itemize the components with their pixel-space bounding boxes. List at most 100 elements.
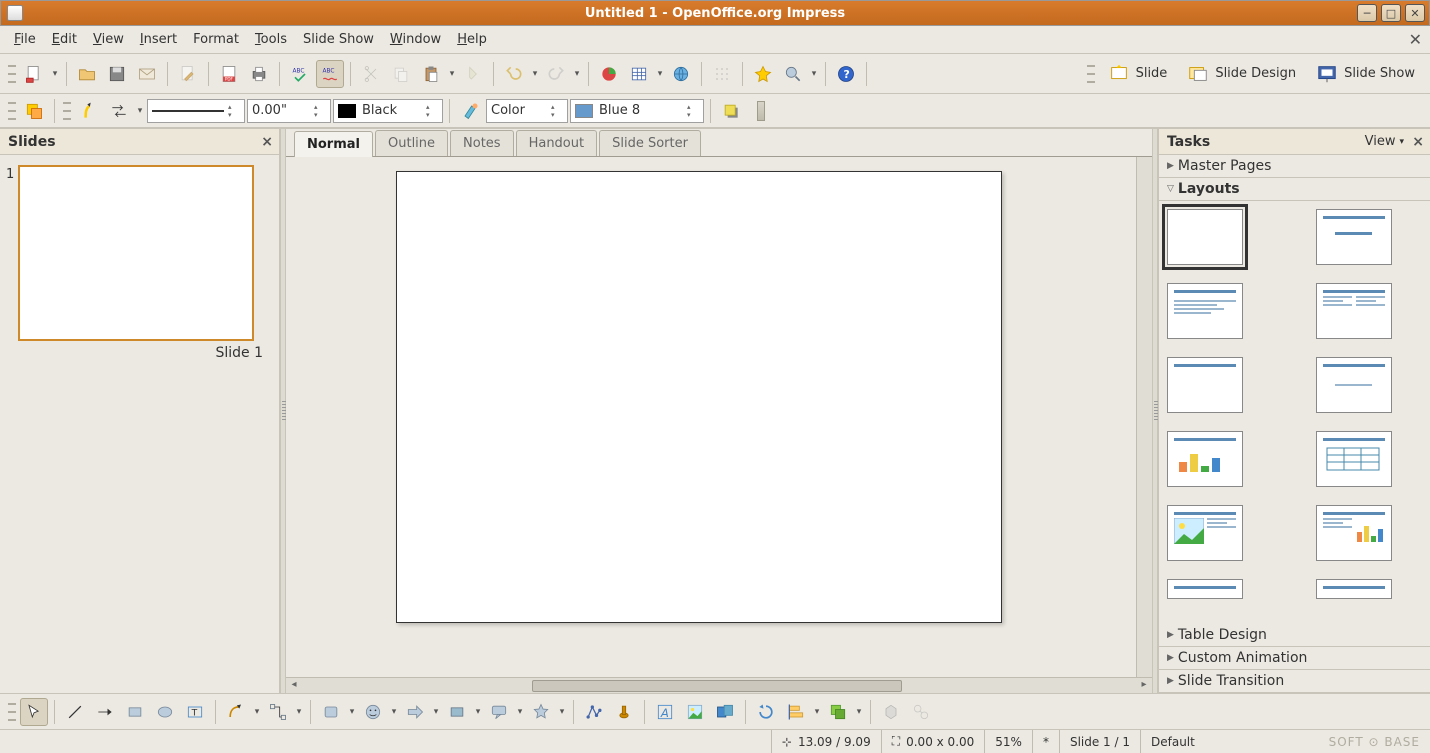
basic-shapes-dropdown[interactable]: ▾ — [347, 707, 357, 717]
arrow-style-dropdown[interactable]: ▾ — [135, 106, 145, 116]
new-button[interactable] — [20, 60, 48, 88]
extrusion-tool[interactable] — [877, 698, 905, 726]
callouts-tool[interactable] — [485, 698, 513, 726]
undo-dropdown[interactable]: ▾ — [530, 69, 540, 79]
toolbar-handle[interactable] — [8, 62, 16, 86]
hyperlink-button[interactable] — [667, 60, 695, 88]
layout-partial-2[interactable] — [1316, 579, 1392, 599]
new-dropdown[interactable]: ▾ — [50, 69, 60, 79]
gallery-tool[interactable] — [711, 698, 739, 726]
chart-button[interactable] — [595, 60, 623, 88]
horizontal-scrollbar[interactable]: ◂ ▸ — [286, 677, 1152, 693]
tab-handout[interactable]: Handout — [516, 130, 598, 156]
block-arrows-dropdown[interactable]: ▾ — [431, 707, 441, 717]
splitter-right[interactable] — [1152, 129, 1158, 693]
section-layouts[interactable]: ▽ Layouts — [1159, 178, 1430, 201]
layout-blank[interactable] — [1167, 209, 1243, 265]
grid-button[interactable] — [708, 60, 736, 88]
toolbar-handle-2[interactable] — [1087, 62, 1095, 86]
line-style-select[interactable]: ▴▾ — [147, 99, 245, 123]
tab-outline[interactable]: Outline — [375, 130, 448, 156]
select-tool[interactable] — [20, 698, 48, 726]
section-master-pages[interactable]: ▶ Master Pages — [1159, 155, 1430, 178]
toolbar2-handle[interactable] — [8, 99, 16, 123]
glue-points-tool[interactable] — [610, 698, 638, 726]
open-button[interactable] — [73, 60, 101, 88]
callouts-dropdown[interactable]: ▾ — [515, 707, 525, 717]
tasks-view-menu[interactable]: View ▾ — [1365, 134, 1404, 149]
section-table-design[interactable]: ▶ Table Design — [1159, 624, 1430, 647]
undo-button[interactable] — [500, 60, 528, 88]
slides-panel-close[interactable]: × — [261, 134, 273, 150]
status-zoom[interactable]: 51% — [984, 730, 1032, 753]
menu-window[interactable]: Window — [382, 28, 449, 51]
zoom-button[interactable] — [779, 60, 807, 88]
area-style-button[interactable] — [456, 97, 484, 125]
stars-tool[interactable] — [527, 698, 555, 726]
flowchart-dropdown[interactable]: ▾ — [473, 707, 483, 717]
line-color-select[interactable]: Black ▴▾ — [333, 99, 443, 123]
email-button[interactable] — [133, 60, 161, 88]
table-button[interactable] — [625, 60, 653, 88]
slide-button[interactable]: Slide — [1099, 58, 1177, 90]
line-style-button[interactable] — [75, 97, 103, 125]
layout-title-chart[interactable] — [1167, 431, 1243, 487]
menu-help[interactable]: Help — [449, 28, 495, 51]
layout-title-only[interactable] — [1167, 357, 1243, 413]
close-button[interactable]: ✕ — [1405, 4, 1425, 22]
connector-dropdown[interactable]: ▾ — [294, 707, 304, 717]
arrow-tool[interactable] — [91, 698, 119, 726]
doc-close-x[interactable]: ✕ — [1409, 30, 1422, 49]
navigator-button[interactable] — [749, 60, 777, 88]
zoom-dropdown[interactable]: ▾ — [809, 69, 819, 79]
text-tool[interactable]: T — [181, 698, 209, 726]
redo-dropdown[interactable]: ▾ — [572, 69, 582, 79]
menu-file[interactable]: File — [6, 28, 44, 51]
arrange-dropdown[interactable]: ▾ — [854, 707, 864, 717]
ellipse-tool[interactable] — [151, 698, 179, 726]
auto-spellcheck-button[interactable]: ABC — [316, 60, 344, 88]
maximize-button[interactable]: □ — [1381, 4, 1401, 22]
tasks-panel-close[interactable]: × — [1412, 134, 1424, 150]
copy-button[interactable] — [387, 60, 415, 88]
layout-two-content[interactable] — [1316, 283, 1392, 339]
line-tool[interactable] — [61, 698, 89, 726]
symbol-shapes-tool[interactable] — [359, 698, 387, 726]
menu-edit[interactable]: Edit — [44, 28, 85, 51]
curve-dropdown[interactable]: ▾ — [252, 707, 262, 717]
from-file-tool[interactable] — [681, 698, 709, 726]
help-button[interactable]: ? — [832, 60, 860, 88]
slide-design-button[interactable]: Slide Design — [1178, 58, 1305, 90]
drawbar-handle[interactable] — [8, 700, 16, 724]
layout-title-content[interactable] — [1167, 283, 1243, 339]
layout-centered-text[interactable] — [1316, 357, 1392, 413]
canvas-area[interactable] — [286, 157, 1152, 677]
toolbar2-handle-b[interactable] — [63, 99, 71, 123]
slide-canvas[interactable] — [396, 171, 1002, 623]
section-custom-animation[interactable]: ▶ Custom Animation — [1159, 647, 1430, 670]
table-dropdown[interactable]: ▾ — [655, 69, 665, 79]
menu-insert[interactable]: Insert — [132, 28, 185, 51]
export-pdf-button[interactable]: PDF — [215, 60, 243, 88]
line-width-field[interactable]: 0.00" ▴▾ — [247, 99, 331, 123]
align-dropdown[interactable]: ▾ — [812, 707, 822, 717]
layout-title-table[interactable] — [1316, 431, 1392, 487]
arrow-style-button[interactable] — [105, 97, 133, 125]
interaction-tool[interactable] — [907, 698, 935, 726]
arrange-button[interactable] — [20, 97, 48, 125]
edit-file-button[interactable] — [174, 60, 202, 88]
paste-button[interactable] — [417, 60, 445, 88]
toolbar-extend-grip[interactable] — [757, 101, 765, 121]
format-paintbrush-button[interactable] — [459, 60, 487, 88]
print-button[interactable] — [245, 60, 273, 88]
rotate-tool[interactable] — [752, 698, 780, 726]
stars-dropdown[interactable]: ▾ — [557, 707, 567, 717]
layout-title-content-chart[interactable] — [1316, 505, 1392, 561]
symbol-shapes-dropdown[interactable]: ▾ — [389, 707, 399, 717]
slide-show-button[interactable]: Slide Show — [1307, 58, 1424, 90]
flowchart-tool[interactable] — [443, 698, 471, 726]
paste-dropdown[interactable]: ▾ — [447, 69, 457, 79]
redo-button[interactable] — [542, 60, 570, 88]
basic-shapes-tool[interactable] — [317, 698, 345, 726]
vertical-scrollbar[interactable] — [1136, 157, 1152, 677]
